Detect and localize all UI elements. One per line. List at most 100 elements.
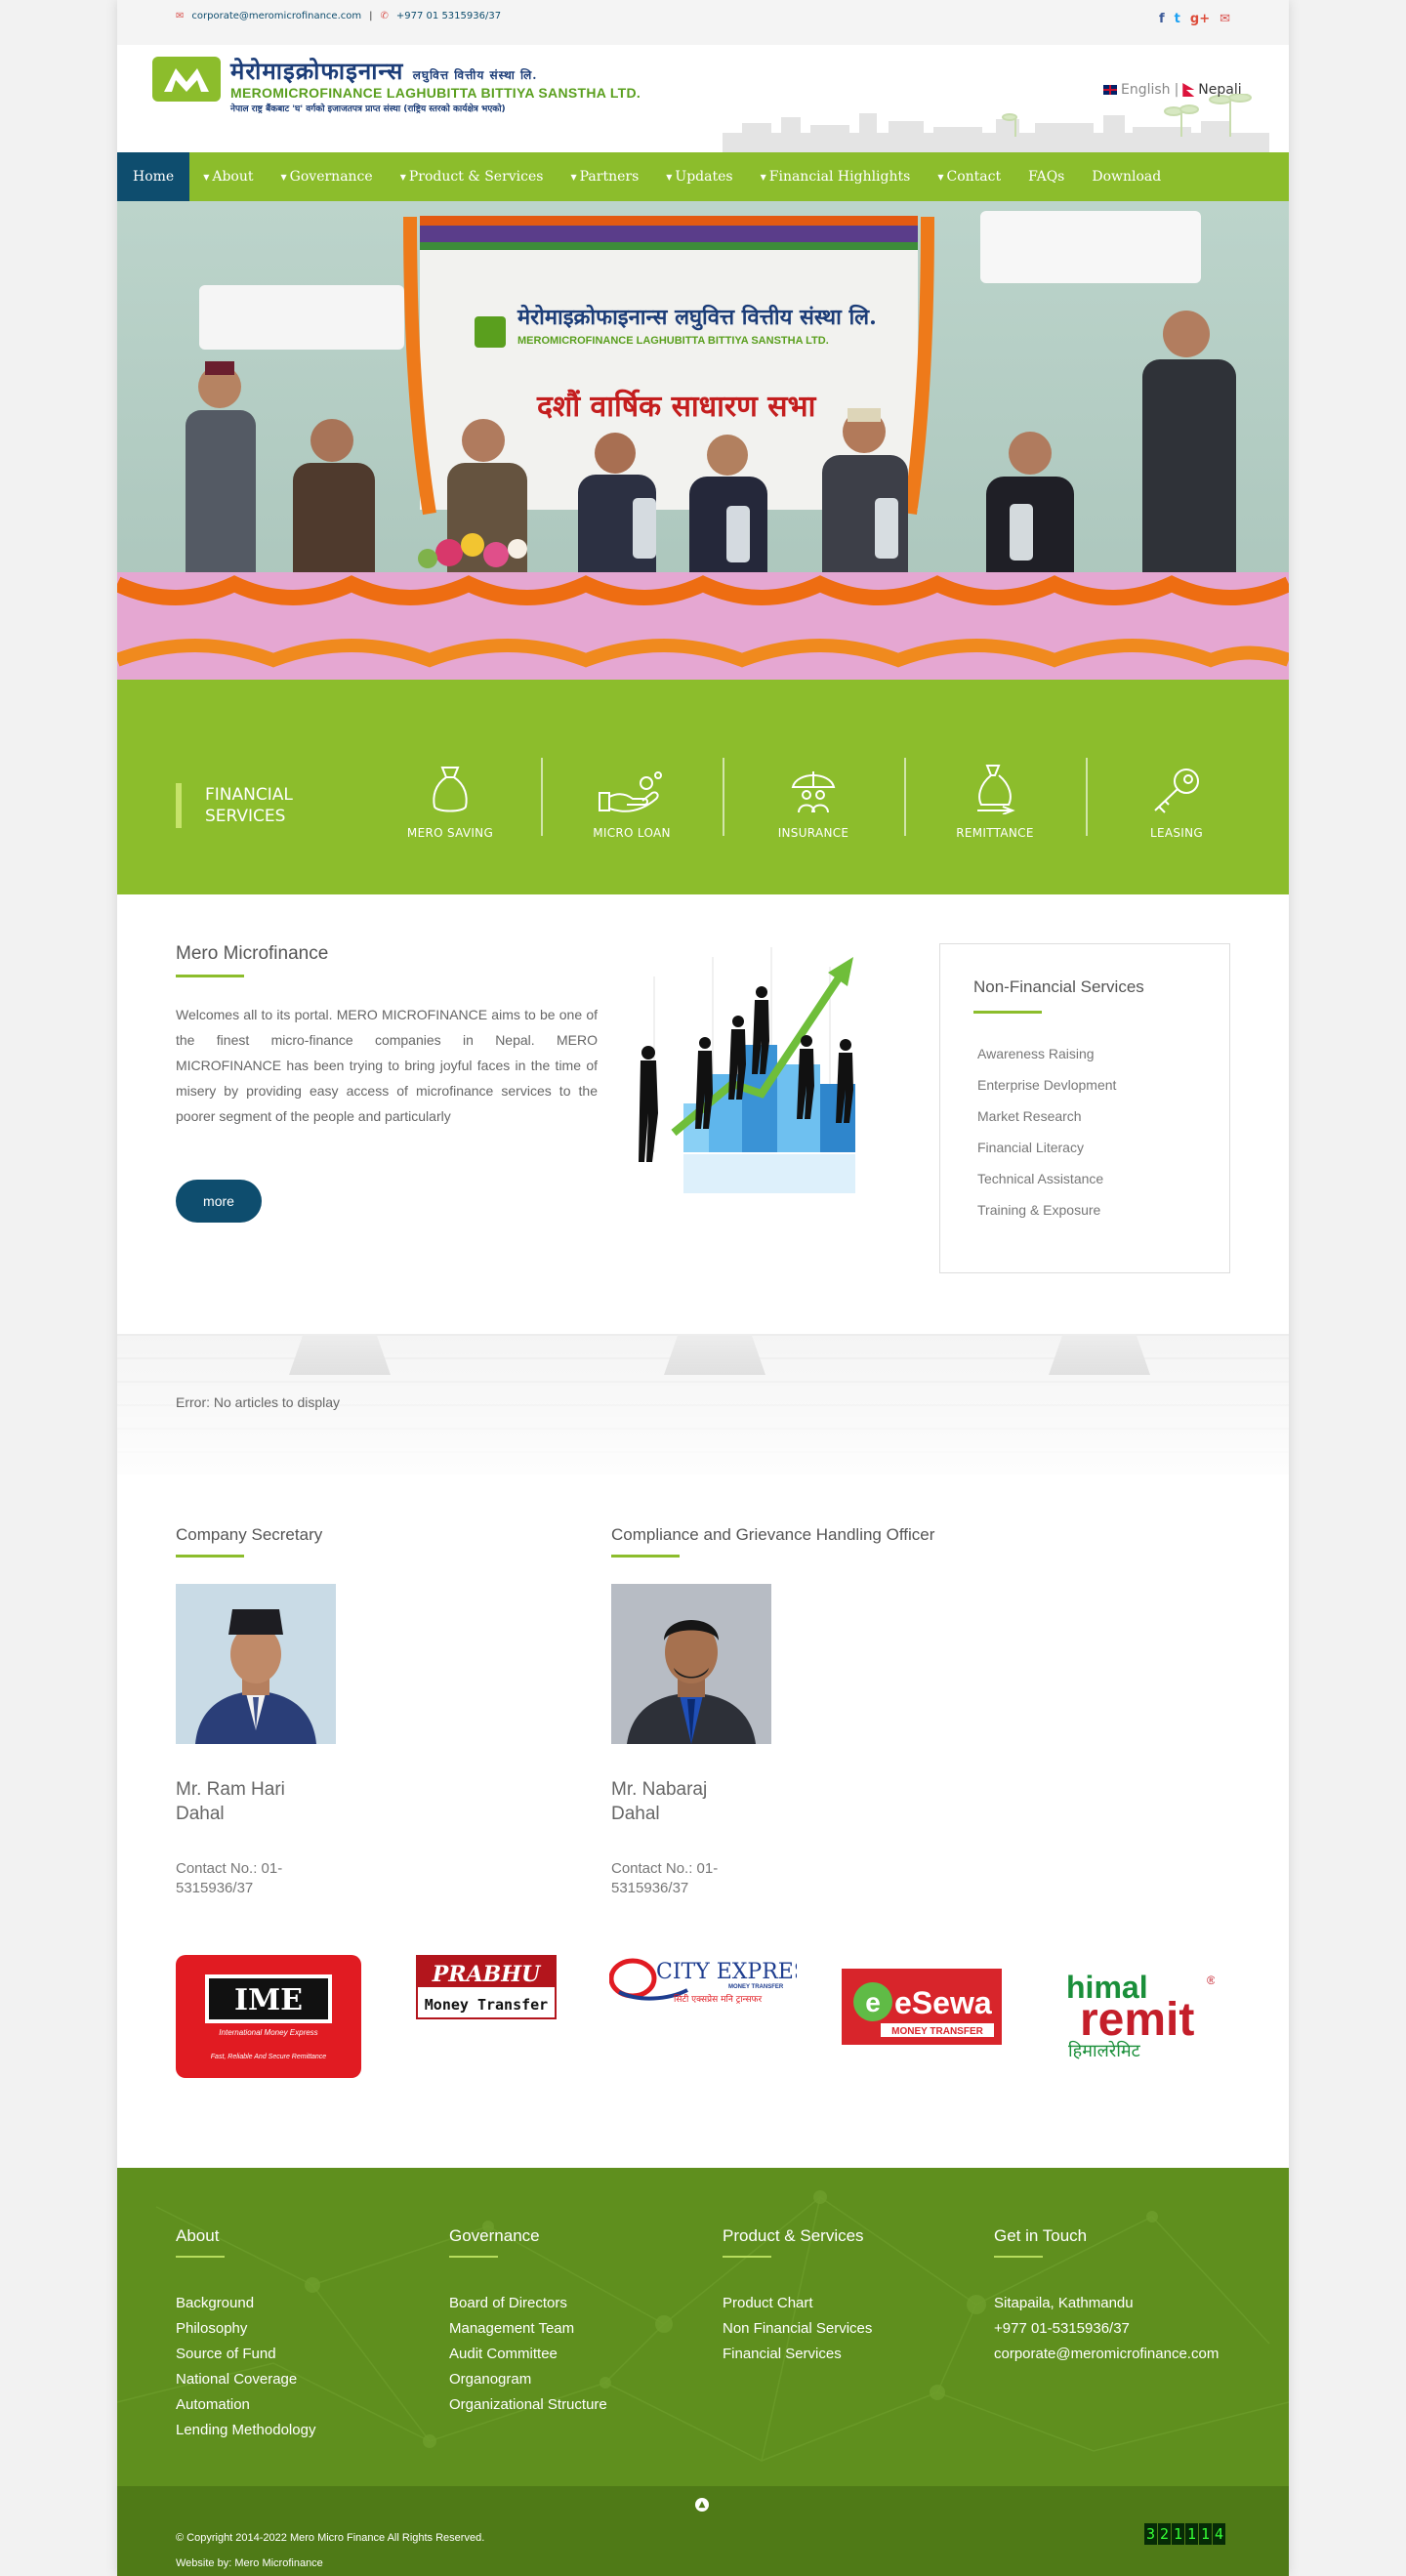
non-financial-item[interactable]: Enterprise Devlopment [977,1077,1116,1108]
footer-link[interactable]: Financial Services [723,2346,872,2371]
footer-column-title: Governance [449,2226,540,2245]
non-financial-services-box: Non-Financial Services Awareness Raising… [939,943,1230,1273]
nav-item-label: About [212,169,254,185]
esewa-logo[interactable]: e eSewa MONEY TRANSFER [842,1969,1002,2045]
footer-link[interactable]: National Coverage [176,2371,315,2396]
footer-link[interactable]: Philosophy [176,2320,315,2346]
more-button[interactable]: more [176,1180,262,1223]
svg-text:MONEY TRANSFER: MONEY TRANSFER [728,1984,784,1990]
copyright-block: © Copyright 2014-2022 Mero Micro Finance… [176,2525,484,2576]
business-growth-illustration [639,947,855,1193]
footer-link[interactable]: Organogram [449,2371,607,2396]
footer-link[interactable]: +977 01-5315936/37 [994,2320,1219,2346]
footer-link[interactable]: Non Financial Services [723,2320,872,2346]
person-name: Mr. Ram Hari Dahal [176,1779,285,1824]
non-financial-item[interactable]: Awareness Raising [977,1046,1116,1077]
svg-text:CITY EXPRESS: CITY EXPRESS [656,1960,797,1984]
city-express-logo[interactable]: CITY EXPRESS MONEY TRANSFER सिटी एक्सप्र… [609,1953,797,2008]
counter-digit: 4 [1213,2523,1225,2545]
service-insurance[interactable]: INSURANCE [723,758,904,855]
nav-item-label: Financial Highlights [768,169,911,185]
svg-text:PRABHU: PRABHU [432,1962,542,1987]
footer-link[interactable]: Management Team [449,2320,607,2346]
svg-text:e: e [865,1987,881,2017]
nav-item-faqs[interactable]: FAQs [1014,152,1078,201]
envelope-icon[interactable]: ✉ [1220,12,1230,26]
service-label: REMITTANCE [956,826,1034,840]
hero-banner-title: दशौं वार्षिक साधारण सभा [536,389,817,424]
logo-nepali: मेरोमाइक्रोफाइनान्स [230,57,404,85]
footer-bottom-bar: ▲ © Copyright 2014-2022 Mero Micro Finan… [117,2486,1289,2576]
non-financial-item[interactable]: Technical Assistance [977,1171,1116,1202]
fin-label-line1: FINANCIAL [205,785,293,805]
nav-item-label: Download [1092,169,1162,185]
footer-link[interactable]: Sitapaila, Kathmandu [994,2295,1219,2320]
non-financial-item[interactable]: Training & Exposure [977,1202,1116,1233]
himal-remit-logo[interactable]: himal ® remit हिमालरेमिट [1066,1969,1215,2062]
svg-text:सिटी एक्सप्रेस मनि ट्रान्सफर: सिटी एक्सप्रेस मनि ट्रान्सफर [674,1993,762,2005]
svg-text:®: ® [1207,1974,1215,1987]
footer-link[interactable]: Automation [176,2396,315,2422]
logo-nepali-suffix: लघुवित्त वित्तीय संस्था लि. [412,68,538,82]
service-micro-loan[interactable]: MICRO LOAN [541,758,723,855]
person-role: Compliance and Grievance Handling Office… [611,1525,935,1544]
top-bar: ✉ corporate@meromicrofinance.com | ✆ +97… [117,0,1289,45]
logo-m-icon [164,68,209,92]
nav-item-contact[interactable]: ▼ Contact [924,152,1014,201]
service-label: INSURANCE [777,826,849,840]
language-switcher: English | Nepali [1103,82,1242,98]
nav-item-updates[interactable]: ▼ Updates [652,152,746,201]
service-remittance[interactable]: REMITTANCE [904,758,1086,855]
footer-link[interactable]: Product Chart [723,2295,872,2320]
site-footer: About Background Philosophy Source of Fund N… [117,2168,1289,2486]
footer-link[interactable]: Source of Fund [176,2346,315,2371]
lang-nepali[interactable]: Nepali [1198,82,1241,98]
footer-link[interactable]: corporate@meromicrofinance.com [994,2346,1219,2371]
ime-logo[interactable]: IME International Money Express Fast, Re… [176,1955,361,2078]
nav-item-product-services[interactable]: ▼ Product & Services [387,152,558,201]
hero-banner-org-english: MEROMICROFINANCE LAGHUBITTA BITTIYA SANS… [517,335,829,347]
footer-link[interactable]: Audit Committee [449,2346,607,2371]
non-financial-item[interactable]: Financial Literacy [977,1140,1116,1171]
scroll-to-top-button[interactable]: ▲ [695,2498,709,2512]
non-financial-item[interactable]: Market Research [977,1108,1116,1140]
footer-link[interactable]: Organizational Structure [449,2396,607,2422]
footer-column-title: Get in Touch [994,2226,1088,2245]
footer-link[interactable]: Lending Methodology [176,2422,315,2447]
hero-banner-org-nepali: मेरोमाइक्रोफाइनान्स लघुवित्त वित्तीय संस… [517,304,877,331]
google-plus-icon[interactable]: g+ [1190,12,1210,26]
website-by-text[interactable]: Website by: Mero Microfinance [176,2551,484,2576]
nav-item-partners[interactable]: ▼ Partners [557,152,652,201]
main-nav: Home ▼ About ▼ Governance ▼ Product & Services… [117,152,1289,201]
footer-link[interactable]: Background [176,2295,315,2320]
non-financial-underline [973,1011,1042,1014]
person-contact: Contact No.: 01- 5315936/37 [611,1860,719,1896]
hero-banner-image: मेरोमाइक्रोफाइनान्स लघुवित्त वित्तीय संस… [117,201,1289,680]
footer-column-title: About [176,2226,220,2245]
prabhu-logo[interactable]: PRABHU Money Transfer [416,1955,557,2019]
service-leasing[interactable]: LEASING [1086,758,1267,855]
logo-mark[interactable] [152,57,221,102]
twitter-icon[interactable]: t [1175,12,1180,26]
lang-english[interactable]: English [1121,82,1171,98]
facebook-icon[interactable]: f [1159,12,1165,26]
caret-down-icon: ▼ [203,172,210,182]
svg-text:remit: remit [1080,1994,1194,2046]
nav-item-financial-highlights[interactable]: ▼ Financial Highlights [747,152,925,201]
service-label: LEASING [1149,826,1203,840]
nav-item-governance[interactable]: ▼ Governance [268,152,387,201]
logo-text[interactable]: मेरोमाइक्रोफाइनान्स लघुवित्त वित्तीय संस… [230,55,641,114]
nav-item-download[interactable]: Download [1078,152,1175,201]
nav-item-label: Contact [946,169,1002,185]
envelope-small-icon: ✉ [176,11,185,21]
nav-item-about[interactable]: ▼ About [189,152,267,201]
service-mero-saving[interactable]: MERO SAVING [359,758,541,855]
top-email[interactable]: corporate@meromicrofinance.com [191,11,361,21]
nav-item-label: Partners [579,169,640,185]
footer-title-underline [176,2256,225,2258]
logo-tagline: नेपाल राष्ट्र बैंकबाट 'घ' वर्गको इजाजतपत… [230,104,506,114]
svg-text:IME: IME [234,1983,303,2017]
nav-item-home[interactable]: Home [117,152,190,201]
footer-link[interactable]: Board of Directors [449,2295,607,2320]
non-financial-list: Awareness Raising Enterprise Devlopment … [977,1046,1116,1233]
